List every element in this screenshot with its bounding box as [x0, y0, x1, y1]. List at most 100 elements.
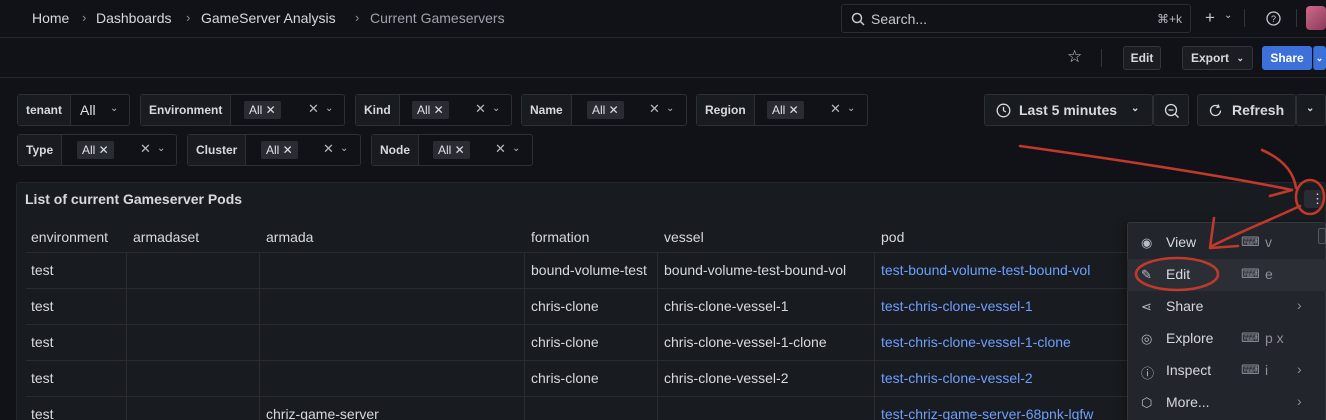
panel-title: List of current Gameserver Pods — [25, 191, 243, 207]
keyboard-icon: ⌨ — [1241, 362, 1260, 377]
table-cell: test — [31, 298, 54, 314]
more-vertical-icon: ⋮ — [1311, 191, 1324, 206]
variable-cluster[interactable]: Cluster All ✕ ✕ ⌄ — [187, 134, 361, 166]
menu-item-view[interactable]: ◉ View ⌨ v — [1127, 227, 1326, 259]
column-header[interactable]: armadaset — [133, 229, 199, 245]
menu-shortcut: v — [1265, 234, 1272, 250]
chevron-down-icon: ⌄ — [492, 103, 501, 114]
divider — [1244, 9, 1245, 27]
pod-link[interactable]: test-chris-clone-vessel-1 — [881, 298, 1033, 314]
pod-link[interactable]: test-chris-clone-vessel-1-clone — [881, 334, 1071, 350]
clear-icon[interactable]: ✕ — [323, 141, 334, 157]
variable-label: Node — [372, 135, 419, 165]
variable-label: tenant — [18, 95, 71, 125]
clear-icon[interactable]: ✕ — [649, 101, 660, 117]
share-dropdown-icon[interactable]: ⌄ — [1313, 46, 1326, 70]
variable-tenant[interactable]: tenant All ⌄ — [17, 94, 130, 126]
clear-icon[interactable]: ✕ — [308, 101, 319, 117]
keyboard-icon: ⌨ — [1241, 266, 1260, 281]
variable-type[interactable]: Type All ✕ ✕ ⌄ — [17, 134, 177, 166]
pod-link[interactable]: test-chriz-game-server-68pnk-lqfw — [881, 406, 1131, 420]
search-placeholder: Search... — [871, 11, 928, 27]
breadcrumb-home[interactable]: Home — [32, 10, 69, 26]
edit-icon: ✎ — [1141, 267, 1152, 282]
time-range-label: Last 5 minutes — [1019, 102, 1118, 118]
panel-menu-button[interactable]: ⋮ — [1304, 190, 1324, 208]
variable-chip[interactable]: All ✕ — [433, 141, 470, 159]
zoom-out-icon — [1164, 103, 1179, 118]
chevron-right-icon: › — [1297, 361, 1302, 377]
menu-item-more[interactable]: ⬡ More... › — [1127, 387, 1326, 419]
variable-node[interactable]: Node All ✕ ✕ ⌄ — [371, 134, 533, 166]
variable-label: Kind — [356, 95, 400, 125]
column-header[interactable]: vessel — [664, 229, 704, 245]
variable-kind[interactable]: Kind All ✕ ✕ ⌄ — [355, 94, 512, 126]
variable-label: Type — [18, 135, 63, 165]
divider — [1101, 49, 1102, 67]
variable-label: Region — [697, 95, 755, 125]
chevron-down-icon[interactable]: ⌄ — [1224, 10, 1232, 21]
refresh-icon — [1209, 104, 1222, 117]
menu-item-explore[interactable]: ◎ Explore ⌨ p x — [1127, 323, 1326, 355]
breadcrumb-dashboards[interactable]: Dashboards — [96, 10, 172, 26]
chevron-down-icon: ⌄ — [666, 103, 675, 114]
pod-link[interactable]: test-bound-volume-test-bound-vol — [881, 262, 1131, 278]
variable-chip[interactable]: All ✕ — [767, 101, 804, 119]
column-header[interactable]: environment — [31, 229, 108, 245]
breadcrumb-folder[interactable]: GameServer Analysis — [201, 10, 336, 26]
variable-region[interactable]: Region All ✕ ✕ ⌄ — [696, 94, 868, 126]
menu-item-share[interactable]: ⋖ Share › — [1127, 291, 1326, 323]
share-button[interactable]: Share — [1262, 46, 1312, 70]
star-icon[interactable]: ☆ — [1067, 47, 1082, 67]
avatar[interactable] — [1306, 6, 1326, 30]
clear-icon[interactable]: ✕ — [475, 101, 486, 117]
table-cell: chris-clone-vessel-1 — [664, 298, 789, 314]
plus-icon[interactable]: + — [1205, 8, 1215, 28]
chevron-down-icon: ⌄ — [1131, 103, 1140, 114]
table-cell: bound-volume-test — [531, 262, 647, 278]
chip-label: All — [438, 143, 452, 157]
clear-icon[interactable]: ✕ — [495, 141, 506, 157]
variable-value: All — [80, 102, 96, 118]
chip-label: All — [772, 103, 786, 117]
variable-chip[interactable]: All ✕ — [261, 141, 298, 159]
refresh-interval-dropdown[interactable]: ⌄ — [1296, 94, 1326, 126]
variable-environment[interactable]: Environment All ✕ ✕ ⌄ — [140, 94, 345, 126]
pod-link[interactable]: test-chris-clone-vessel-2 — [881, 370, 1033, 386]
chip-label: All — [592, 103, 606, 117]
menu-item-inspect[interactable]: ⓘ Inspect ⌨ i › — [1127, 355, 1326, 387]
variable-chip[interactable]: All ✕ — [587, 101, 624, 119]
refresh-button[interactable]: Refresh — [1197, 94, 1296, 126]
divider — [1296, 9, 1297, 27]
chip-label: All — [417, 103, 431, 117]
table-cell: chris-clone-vessel-2 — [664, 370, 789, 386]
column-header[interactable]: armada — [266, 229, 313, 245]
menu-item-edit[interactable]: ✎ Edit ⌨ e — [1127, 259, 1326, 291]
chevron-down-icon: ⌄ — [110, 103, 119, 114]
time-range-picker[interactable]: Last 5 minutes ⌄ — [984, 94, 1153, 126]
help-icon[interactable]: ? — [1266, 11, 1281, 26]
table-cell: test — [31, 370, 54, 386]
search-icon — [851, 12, 865, 26]
search-input[interactable]: Search... ⌘+k — [841, 4, 1191, 33]
table-cell: chris-clone — [531, 334, 599, 350]
clear-icon[interactable]: ✕ — [140, 141, 151, 157]
chevron-down-icon: ⌄ — [340, 143, 349, 154]
chevron-down-icon: ⌄ — [1306, 103, 1315, 114]
edit-button[interactable]: Edit — [1123, 46, 1161, 70]
export-button[interactable]: Export ⌄ — [1182, 46, 1253, 70]
column-header[interactable]: pod — [881, 229, 904, 245]
variable-chip[interactable]: All ✕ — [77, 141, 114, 159]
chevron-down-icon: ⌄ — [1236, 53, 1244, 63]
clear-icon[interactable]: ✕ — [830, 101, 841, 117]
variable-chip[interactable]: All ✕ — [412, 101, 449, 119]
table-cell: chris-clone — [531, 370, 599, 386]
breadcrumb-current: Current Gameservers — [370, 10, 505, 26]
variable-chip[interactable]: All ✕ — [244, 101, 281, 119]
zoom-out-button[interactable] — [1153, 94, 1189, 126]
keyboard-icon: ⌨ — [1241, 330, 1260, 345]
column-header[interactable]: formation — [531, 229, 589, 245]
table-cell: chris-clone — [531, 298, 599, 314]
chevron-right-icon: › — [1297, 297, 1302, 313]
variable-name[interactable]: Name All ✕ ✕ ⌄ — [521, 94, 687, 126]
